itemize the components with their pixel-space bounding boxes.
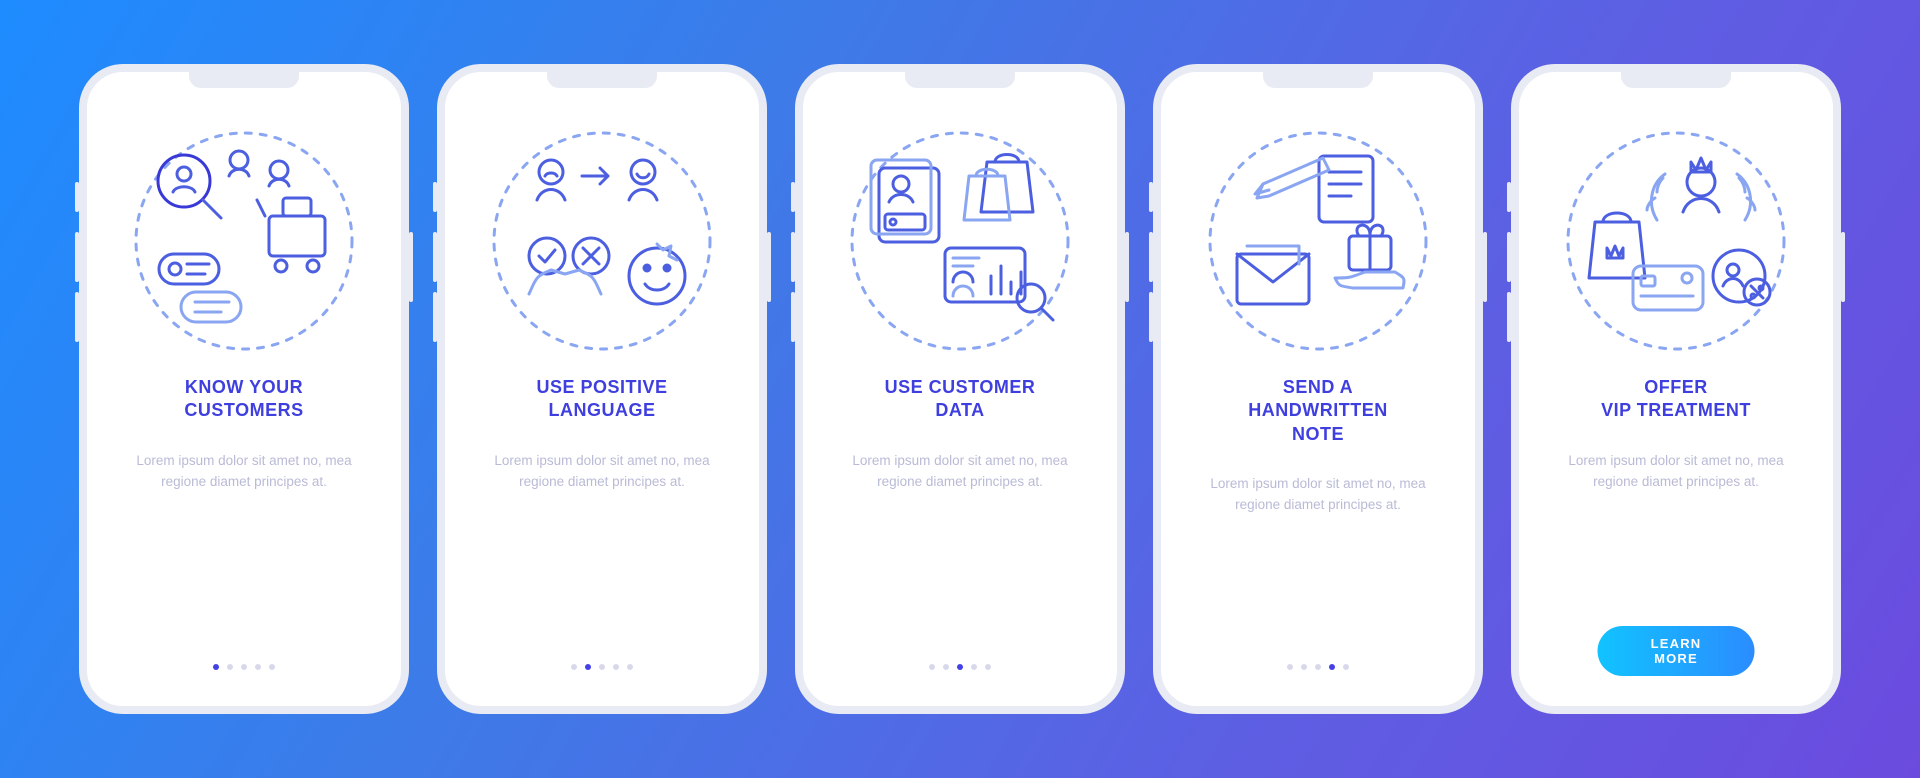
dot-2[interactable]: [227, 664, 233, 670]
screen-body: Lorem ipsum dolor sit amet no, mea regio…: [1556, 451, 1796, 493]
screen-title: SEND A HANDWRITTEN NOTE: [1248, 376, 1387, 446]
page-dots[interactable]: [213, 664, 275, 670]
screen-title: USE POSITIVE LANGUAGE: [536, 376, 667, 423]
screen-title: USE CUSTOMER DATA: [885, 376, 1036, 423]
onboarding-screen-1: KNOW YOUR CUSTOMERS Lorem ipsum dolor si…: [79, 64, 409, 714]
dot-5[interactable]: [1343, 664, 1349, 670]
learn-more-button[interactable]: LEARN MORE: [1598, 626, 1755, 676]
screen-body: Lorem ipsum dolor sit amet no, mea regio…: [1198, 474, 1438, 516]
onboarding-screen-3: USE CUSTOMER DATA Lorem ipsum dolor sit …: [795, 64, 1125, 714]
dot-4[interactable]: [1329, 664, 1335, 670]
onboarding-screen-2: USE POSITIVE LANGUAGE Lorem ipsum dolor …: [437, 64, 767, 714]
dot-4[interactable]: [971, 664, 977, 670]
dot-2[interactable]: [585, 664, 591, 670]
dot-3[interactable]: [1315, 664, 1321, 670]
customer-data-icon: [845, 126, 1075, 356]
onboarding-screen-5: OFFER VIP TREATMENT Lorem ipsum dolor si…: [1511, 64, 1841, 714]
page-dots[interactable]: [1287, 664, 1349, 670]
phone-notch: [905, 70, 1015, 88]
screen-body: Lorem ipsum dolor sit amet no, mea regio…: [840, 451, 1080, 493]
screen-body: Lorem ipsum dolor sit amet no, mea regio…: [482, 451, 722, 493]
page-dots[interactable]: [929, 664, 991, 670]
phone-notch: [1621, 70, 1731, 88]
dot-4[interactable]: [613, 664, 619, 670]
page-dots[interactable]: [571, 664, 633, 670]
vip-treatment-icon: [1561, 126, 1791, 356]
dot-1[interactable]: [929, 664, 935, 670]
dot-5[interactable]: [985, 664, 991, 670]
dot-4[interactable]: [255, 664, 261, 670]
dot-3[interactable]: [241, 664, 247, 670]
dot-3[interactable]: [957, 664, 963, 670]
dot-1[interactable]: [213, 664, 219, 670]
dot-2[interactable]: [1301, 664, 1307, 670]
screen-title: OFFER VIP TREATMENT: [1601, 376, 1751, 423]
dot-5[interactable]: [269, 664, 275, 670]
phone-notch: [547, 70, 657, 88]
dot-1[interactable]: [1287, 664, 1293, 670]
handwritten-note-icon: [1203, 126, 1433, 356]
dot-1[interactable]: [571, 664, 577, 670]
positive-language-icon: [487, 126, 717, 356]
screen-title: KNOW YOUR CUSTOMERS: [184, 376, 303, 423]
phone-notch: [1263, 70, 1373, 88]
phone-notch: [189, 70, 299, 88]
dot-2[interactable]: [943, 664, 949, 670]
dot-3[interactable]: [599, 664, 605, 670]
screen-body: Lorem ipsum dolor sit amet no, mea regio…: [124, 451, 364, 493]
dot-5[interactable]: [627, 664, 633, 670]
onboarding-screen-4: SEND A HANDWRITTEN NOTE Lorem ipsum dolo…: [1153, 64, 1483, 714]
know-customers-icon: [129, 126, 359, 356]
